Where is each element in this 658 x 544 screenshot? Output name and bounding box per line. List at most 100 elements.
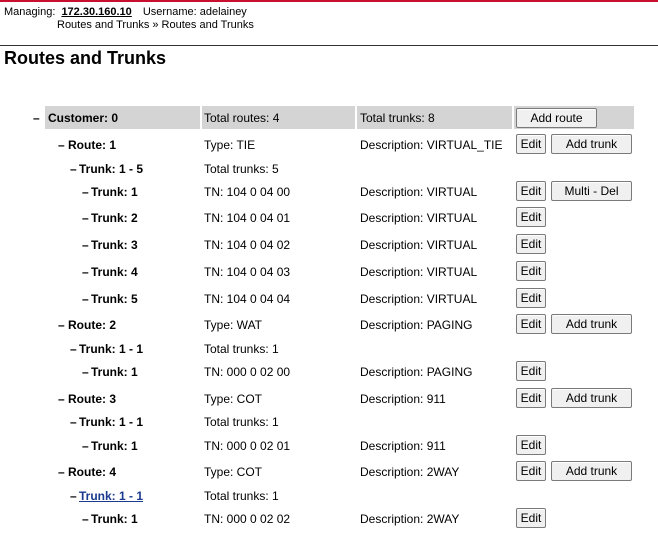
route-type: Type: COT [204, 392, 263, 406]
trunk-name: Trunk: 2 [91, 211, 138, 225]
trunk-name: Trunk: 1 [91, 439, 138, 453]
trunk-tn: TN: 104 0 04 03 [204, 265, 291, 279]
edit-button[interactable]: Edit [516, 361, 546, 381]
group-row: – Trunk: 1 - 1 Total trunks: 1 [0, 338, 658, 360]
add-trunk-button[interactable]: Add trunk [551, 134, 632, 154]
edit-button[interactable]: Edit [516, 134, 546, 154]
route-name: Route: 1 [68, 138, 116, 152]
route-toggle[interactable]: – [58, 138, 65, 152]
route-toggle[interactable]: – [58, 318, 65, 332]
route-toggle[interactable]: – [58, 465, 65, 479]
trunk-toggle[interactable]: – [82, 512, 89, 526]
trunk-toggle[interactable]: – [82, 292, 89, 306]
trunk-name: Trunk: 4 [91, 265, 138, 279]
group-total-trunks: Total trunks: 1 [204, 415, 279, 429]
group-toggle[interactable]: – [70, 342, 77, 356]
route-name: Route: 3 [68, 392, 116, 406]
group-toggle[interactable]: – [70, 162, 77, 176]
route-type: Type: WAT [204, 318, 263, 332]
trunk-row: – Trunk: 1 TN: 000 0 02 00 Description: PAG… [0, 361, 658, 383]
trunk-tn: TN: 104 0 04 02 [204, 238, 291, 252]
edit-button[interactable]: Edit [516, 388, 546, 408]
group-name: Trunk: 1 - 5 [79, 162, 144, 176]
add-route-button[interactable]: Add route [516, 108, 597, 128]
edit-button[interactable]: Edit [516, 508, 546, 528]
edit-button[interactable]: Edit [516, 261, 546, 281]
customer-name: Customer: 0 [48, 111, 119, 125]
group-name-link[interactable]: Trunk: 1 - 1 [79, 489, 143, 503]
trunk-description: Description: 2WAY [360, 512, 460, 526]
route-toggle[interactable]: – [58, 392, 65, 406]
trunk-name: Trunk: 1 [91, 185, 138, 199]
trunk-tn: TN: 104 0 04 01 [204, 211, 291, 225]
trunk-row: – Trunk: 1 TN: 104 0 04 00 Description: VIR… [0, 181, 658, 203]
group-total-trunks: Total trunks: 1 [204, 342, 279, 356]
trunk-row: – Trunk: 3 TN: 104 0 04 02 Description: VIR… [0, 234, 658, 256]
route-description: Description: 911 [360, 392, 446, 406]
edit-button[interactable]: Edit [516, 461, 546, 481]
trunk-toggle[interactable]: – [82, 185, 89, 199]
trunk-name: Trunk: 3 [91, 238, 138, 252]
trunk-name: Trunk: 1 [91, 365, 138, 379]
trunk-tn: TN: 104 0 04 00 [204, 185, 291, 199]
trunk-tn: TN: 104 0 04 04 [204, 292, 291, 306]
edit-button[interactable]: Edit [516, 314, 546, 334]
breadcrumb: Routes and Trunks » Routes and Trunks [57, 19, 254, 31]
trunk-description: Description: 911 [360, 439, 446, 453]
route-name: Route: 4 [68, 465, 116, 479]
route-row: – Route: 2 Type: WAT Description: PAGING Edi… [0, 314, 658, 336]
group-total-trunks: Total trunks: 5 [204, 162, 279, 176]
add-trunk-button[interactable]: Add trunk [551, 388, 632, 408]
trunk-row: – Trunk: 5 TN: 104 0 04 04 Description: VIR… [0, 288, 658, 310]
managing-label: Managing: [4, 6, 56, 18]
edit-button[interactable]: Edit [516, 181, 546, 201]
group-toggle[interactable]: – [70, 415, 77, 429]
trunk-toggle[interactable]: – [82, 211, 89, 225]
managing-info: Managing: 172.30.160.10 Username: adelai… [4, 6, 247, 18]
customer-toggle[interactable]: – [33, 111, 40, 125]
trunk-description: Description: VIRTUAL [360, 185, 478, 199]
add-trunk-button[interactable]: Add trunk [551, 314, 632, 334]
edit-button[interactable]: Edit [516, 234, 546, 254]
trunk-toggle[interactable]: – [82, 265, 89, 279]
route-row: – Route: 4 Type: COT Description: 2WAY Edit A… [0, 461, 658, 483]
trunk-tn: TN: 000 0 02 00 [204, 365, 291, 379]
group-row: – Trunk: 1 - 5 Total trunks: 5 [0, 158, 658, 180]
edit-button[interactable]: Edit [516, 207, 546, 227]
add-trunk-button[interactable]: Add trunk [551, 461, 632, 481]
trunk-row: – Trunk: 2 TN: 104 0 04 01 Description: VIR… [0, 207, 658, 229]
trunk-tn: TN: 000 0 02 01 [204, 439, 291, 453]
trunk-description: Description: VIRTUAL [360, 292, 478, 306]
route-description: Description: PAGING [360, 318, 473, 332]
group-row: – Trunk: 1 - 1 Total trunks: 1 [0, 411, 658, 433]
customer-total-trunks: Total trunks: 8 [360, 111, 435, 125]
route-row: – Route: 1 Type: TIE Description: VIRTUAL_T… [0, 134, 658, 156]
username-label: Username: adelainey [142, 6, 247, 18]
route-description: Description: 2WAY [360, 465, 460, 479]
trunk-toggle[interactable]: – [82, 238, 89, 252]
trunk-row: – Trunk: 1 TN: 000 0 02 02 Description: 2WA… [0, 508, 658, 530]
trunk-row: – Trunk: 4 TN: 104 0 04 03 Description: VIR… [0, 261, 658, 283]
trunk-name: Trunk: 1 [91, 512, 138, 526]
customer-total-routes: Total routes: 4 [204, 111, 280, 125]
route-type: Type: TIE [204, 138, 256, 152]
route-type: Type: COT [204, 465, 263, 479]
managing-ip-link[interactable]: 172.30.160.10 [61, 6, 131, 18]
group-toggle[interactable]: – [70, 489, 77, 503]
page-title: Routes and Trunks [4, 48, 167, 68]
trunk-name: Trunk: 5 [91, 292, 138, 306]
route-row: – Route: 3 Type: COT Description: 911 Edit Ad… [0, 388, 658, 410]
multi-del-button[interactable]: Multi - Del [551, 181, 632, 201]
trunk-toggle[interactable]: – [82, 365, 89, 379]
trunk-description: Description: PAGING [360, 365, 473, 379]
trunk-description: Description: VIRTUAL [360, 211, 478, 225]
group-name: Trunk: 1 - 1 [79, 415, 144, 429]
edit-button[interactable]: Edit [516, 435, 546, 455]
trunk-toggle[interactable]: – [82, 439, 89, 453]
top-accent-bar [0, 0, 658, 2]
edit-button[interactable]: Edit [516, 288, 546, 308]
route-name: Route: 2 [68, 318, 116, 332]
trunk-description: Description: VIRTUAL [360, 265, 478, 279]
group-row: – Trunk: 1 - 1 Total trunks: 1 [0, 485, 658, 507]
group-total-trunks: Total trunks: 1 [204, 489, 279, 503]
